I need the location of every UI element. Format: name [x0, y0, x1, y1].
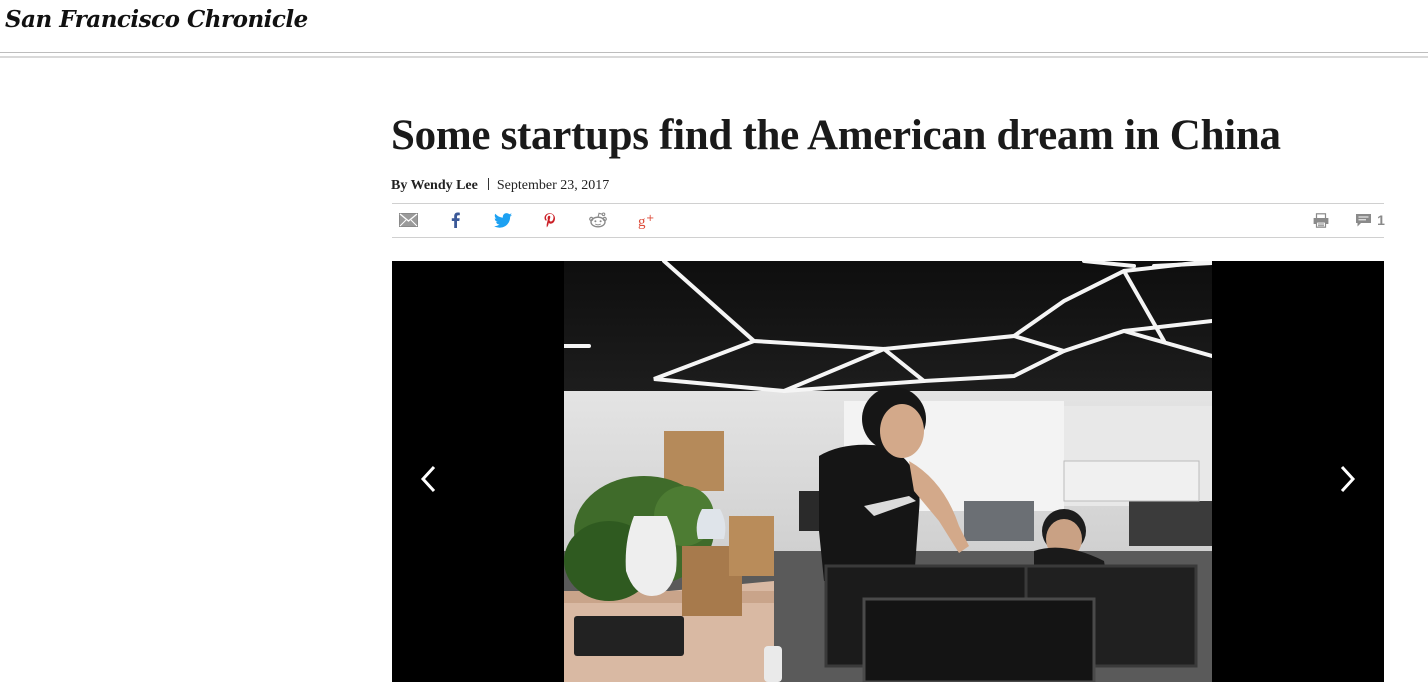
gallery-photo[interactable] — [564, 261, 1212, 682]
twitter-icon[interactable] — [493, 210, 513, 230]
pinterest-icon[interactable] — [542, 210, 556, 230]
photo-gallery — [392, 261, 1384, 682]
gallery-prev-button[interactable] — [414, 461, 444, 497]
byline: By Wendy Lee September 23, 2017 — [391, 178, 609, 194]
gallery-next-button[interactable] — [1332, 461, 1362, 497]
byline-author[interactable]: By Wendy Lee — [391, 178, 478, 193]
share-bar: g + 1 — [392, 203, 1385, 238]
print-icon[interactable] — [1312, 210, 1330, 230]
masthead-divider — [0, 52, 1428, 53]
masthead: San Francisco Chronicle — [0, 0, 1428, 52]
comments-button[interactable]: 1 — [1352, 210, 1388, 230]
svg-text:g: g — [638, 214, 646, 229]
article-headline: Some startups find the American dream in… — [391, 112, 1281, 159]
chevron-left-icon — [420, 465, 436, 493]
comment-count: 1 — [1377, 212, 1385, 228]
site-logo[interactable]: San Francisco Chronicle — [5, 6, 308, 33]
email-icon[interactable] — [398, 210, 418, 230]
facebook-icon[interactable] — [448, 210, 462, 230]
publish-date: September 23, 2017 — [496, 178, 610, 193]
reddit-icon[interactable] — [588, 210, 608, 230]
masthead-divider-secondary — [0, 56, 1428, 58]
chevron-right-icon — [1340, 465, 1356, 493]
byline-separator — [487, 178, 489, 190]
comment-icon — [1355, 213, 1372, 228]
svg-text:+: + — [646, 213, 654, 224]
google-plus-icon[interactable]: g + — [636, 210, 656, 230]
